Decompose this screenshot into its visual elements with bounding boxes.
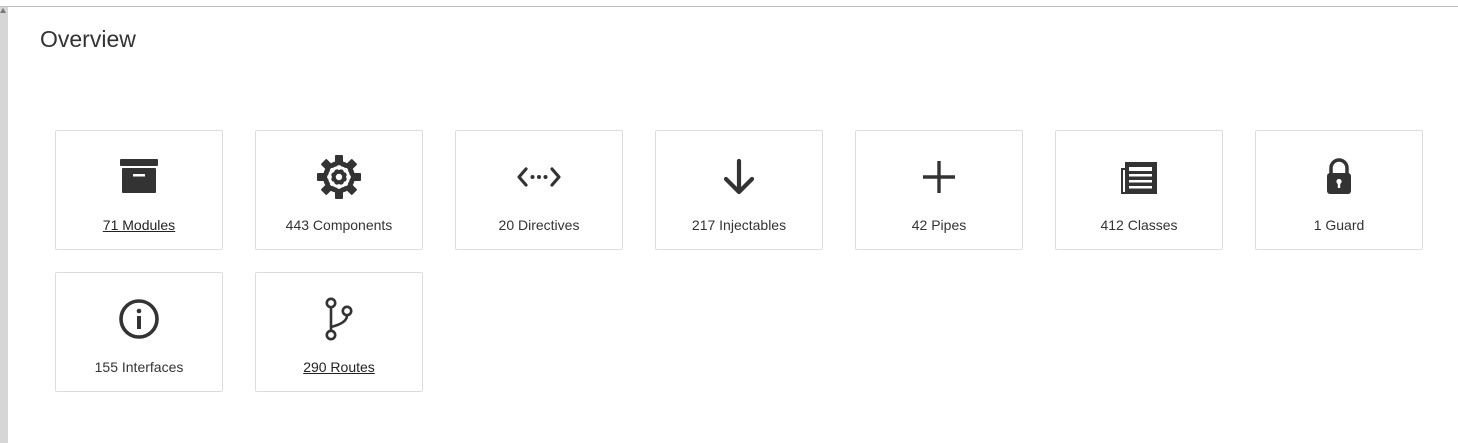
arrow-down-icon (715, 153, 763, 201)
card-injectables-label: 217 Injectables (691, 217, 787, 233)
card-guards-label: 1 Guard (1313, 217, 1365, 233)
page-title: Overview (40, 26, 136, 52)
lock-icon (1315, 153, 1363, 201)
card-pipes-label: 42 Pipes (911, 217, 967, 233)
archive-box-icon (115, 153, 163, 201)
code-arrows-icon (515, 153, 563, 201)
card-injectables[interactable]: 217 Injectables (655, 130, 823, 250)
card-guards[interactable]: 1 Guard (1255, 130, 1423, 250)
document-list-icon (1115, 153, 1163, 201)
top-divider (0, 6, 1458, 7)
branch-icon (315, 295, 363, 343)
card-classes-label: 412 Classes (1100, 217, 1178, 233)
card-interfaces[interactable]: 155 Interfaces (55, 272, 223, 392)
card-routes-label[interactable]: 290 Routes (256, 359, 422, 375)
card-routes[interactable]: 290 Routes (255, 272, 423, 392)
card-modules-label[interactable]: 71 Modules (56, 217, 222, 233)
card-interfaces-label: 155 Interfaces (94, 359, 184, 375)
card-components[interactable]: 443 Components (255, 130, 423, 250)
card-pipes[interactable]: 42 Pipes (855, 130, 1023, 250)
card-modules[interactable]: 71 Modules (55, 130, 223, 250)
card-directives-label: 20 Directives (498, 217, 580, 233)
plus-icon (915, 153, 963, 201)
gear-icon (315, 153, 363, 201)
left-scrollbar[interactable] (0, 7, 8, 443)
scroll-up-arrow-icon[interactable] (0, 8, 6, 13)
info-circle-icon (115, 295, 163, 343)
card-components-label: 443 Components (285, 217, 393, 233)
card-directives[interactable]: 20 Directives (455, 130, 623, 250)
card-classes[interactable]: 412 Classes (1055, 130, 1223, 250)
